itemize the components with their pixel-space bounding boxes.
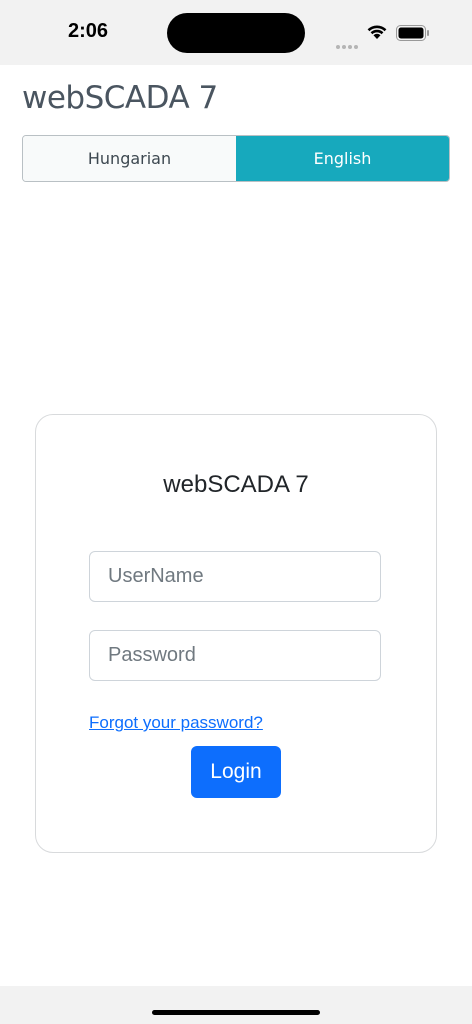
status-time: 2:06: [68, 20, 109, 42]
app-title: webSCADA 7: [22, 80, 218, 116]
language-option-english[interactable]: English: [236, 136, 449, 181]
login-card: webSCADA 7 Forgot your password? Login: [35, 414, 437, 853]
wifi-icon: [367, 25, 387, 39]
language-option-hungarian[interactable]: Hungarian: [23, 136, 236, 181]
forgot-password-link[interactable]: Forgot your password?: [89, 713, 263, 733]
battery-icon: [396, 25, 429, 41]
home-indicator[interactable]: [152, 1010, 320, 1015]
status-bar: 2:06: [0, 0, 472, 65]
dynamic-island: [167, 13, 305, 53]
bottom-bar: [0, 986, 472, 1024]
password-input[interactable]: [89, 630, 381, 681]
username-input[interactable]: [89, 551, 381, 602]
login-card-title: webSCADA 7: [163, 471, 309, 498]
language-toggle: Hungarian English: [22, 135, 450, 182]
login-button[interactable]: Login: [191, 746, 281, 798]
signal-dots-icon: [336, 36, 360, 54]
